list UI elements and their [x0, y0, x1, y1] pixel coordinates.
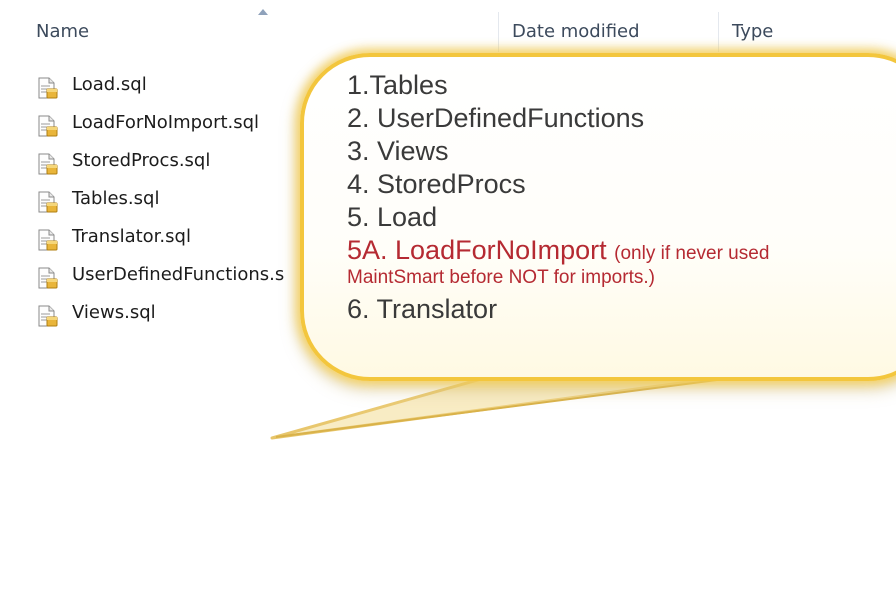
file-row[interactable]: Tables.sql — [36, 186, 336, 218]
step-5a-note: (only if never used — [614, 243, 770, 264]
sql-file-icon — [38, 305, 58, 327]
file-row[interactable]: LoadForNoImport.sql — [36, 110, 336, 142]
column-header-name[interactable]: Name — [36, 21, 89, 42]
file-name: UserDefinedFunctions.s — [72, 264, 285, 285]
sql-file-icon — [38, 115, 58, 137]
file-name: StoredProcs.sql — [72, 150, 211, 171]
column-header-type[interactable]: Type — [732, 21, 773, 42]
column-header-row: Name Date modified Type — [0, 0, 896, 52]
step-1: 1.Tables — [347, 70, 448, 100]
step-5a: 5A. LoadForNoImport (only if never used — [347, 235, 769, 269]
file-row[interactable]: Load.sql — [36, 72, 336, 104]
sql-file-icon — [38, 191, 58, 213]
file-name: Translator.sql — [72, 226, 191, 247]
file-name: Tables.sql — [72, 188, 160, 209]
step-6: 6. Translator — [347, 294, 498, 324]
sql-file-icon — [38, 229, 58, 251]
column-divider[interactable] — [498, 12, 499, 52]
step-2: 2. UserDefinedFunctions — [347, 103, 645, 133]
file-row[interactable]: Views.sql — [36, 300, 336, 332]
file-name: Load.sql — [72, 74, 147, 95]
step-5a-label: 5A. LoadForNoImport — [347, 235, 607, 265]
file-row[interactable]: Translator.sql — [36, 224, 336, 256]
step-3: 3. Views — [347, 136, 449, 166]
column-divider[interactable] — [718, 12, 719, 52]
file-row[interactable]: UserDefinedFunctions.s — [36, 262, 336, 294]
step-5a-note-line2: MaintSmart before NOT for imports.) — [347, 267, 655, 288]
sql-file-icon — [38, 153, 58, 175]
sort-ascending-icon — [258, 9, 268, 15]
step-4: 4. StoredProcs — [347, 169, 526, 199]
column-header-date-modified[interactable]: Date modified — [512, 21, 640, 42]
step-5: 5. Load — [347, 202, 438, 232]
file-name: Views.sql — [72, 302, 156, 323]
sql-file-icon — [38, 267, 58, 289]
sql-file-icon — [38, 77, 58, 99]
file-row[interactable]: StoredProcs.sql — [36, 148, 336, 180]
file-name: LoadForNoImport.sql — [72, 112, 260, 133]
